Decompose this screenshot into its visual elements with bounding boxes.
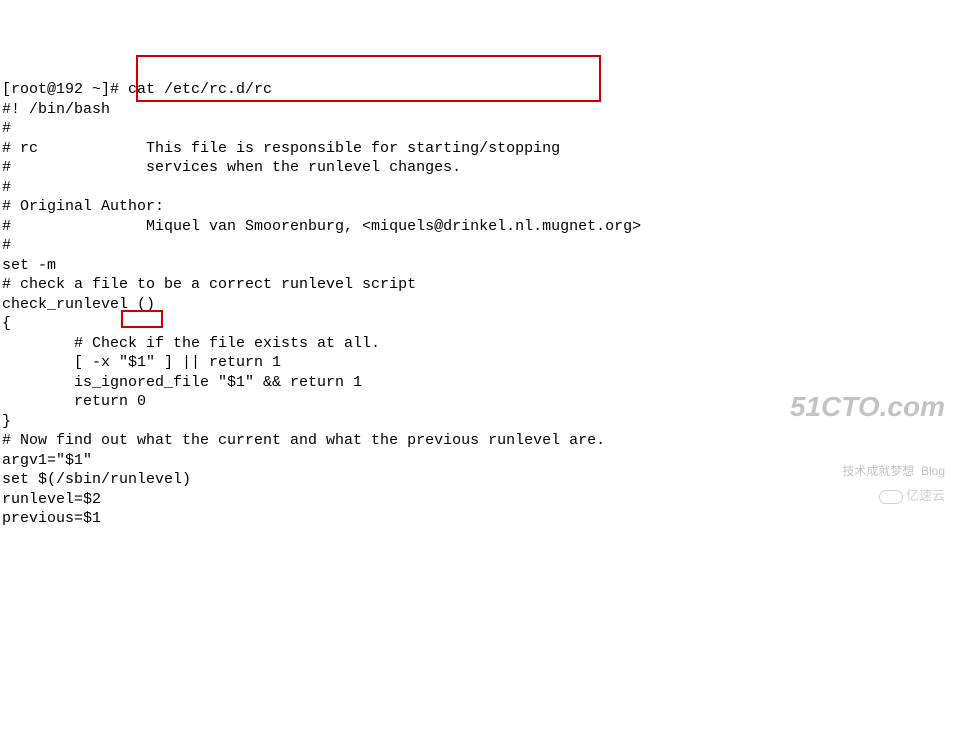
code-line: # Now find out what the current and what… xyxy=(2,431,953,451)
code-line: check_runlevel () xyxy=(2,295,953,315)
code-line: set $(/sbin/runlevel) xyxy=(2,470,953,490)
code-line: set -m xyxy=(2,256,953,276)
code-line: # Original Author: xyxy=(2,197,953,217)
code-line: # xyxy=(2,119,953,139)
code-line: # services when the runlevel changes. xyxy=(2,158,953,178)
code-line: #! /bin/bash xyxy=(2,100,953,120)
code-line: } xyxy=(2,412,953,432)
code-line: { xyxy=(2,314,953,334)
code-line: # rc This file is responsible for starti… xyxy=(2,139,953,159)
code-line: previous=$1 xyxy=(2,509,953,529)
code-line: is_ignored_file "$1" && return 1 xyxy=(2,373,953,393)
shell-command: cat /etc/rc.d/rc xyxy=(128,81,272,98)
code-line: return 0 xyxy=(2,392,953,412)
code-line: # Check if the file exists at all. xyxy=(2,334,953,354)
code-line: runlevel=$2 xyxy=(2,490,953,510)
shell-prompt: [root@192 ~]# xyxy=(2,81,128,98)
code-line: # check a file to be a correct runlevel … xyxy=(2,275,953,295)
code-line: # Miquel van Smoorenburg, <miquels@drink… xyxy=(2,217,953,237)
code-line: [ -x "$1" ] || return 1 xyxy=(2,353,953,373)
terminal-output: [root@192 ~]# cat /etc/rc.d/rc #! /bin/ba… xyxy=(2,80,953,529)
code-line: # xyxy=(2,236,953,256)
code-line: # xyxy=(2,178,953,198)
code-line: argv1="$1" xyxy=(2,451,953,471)
